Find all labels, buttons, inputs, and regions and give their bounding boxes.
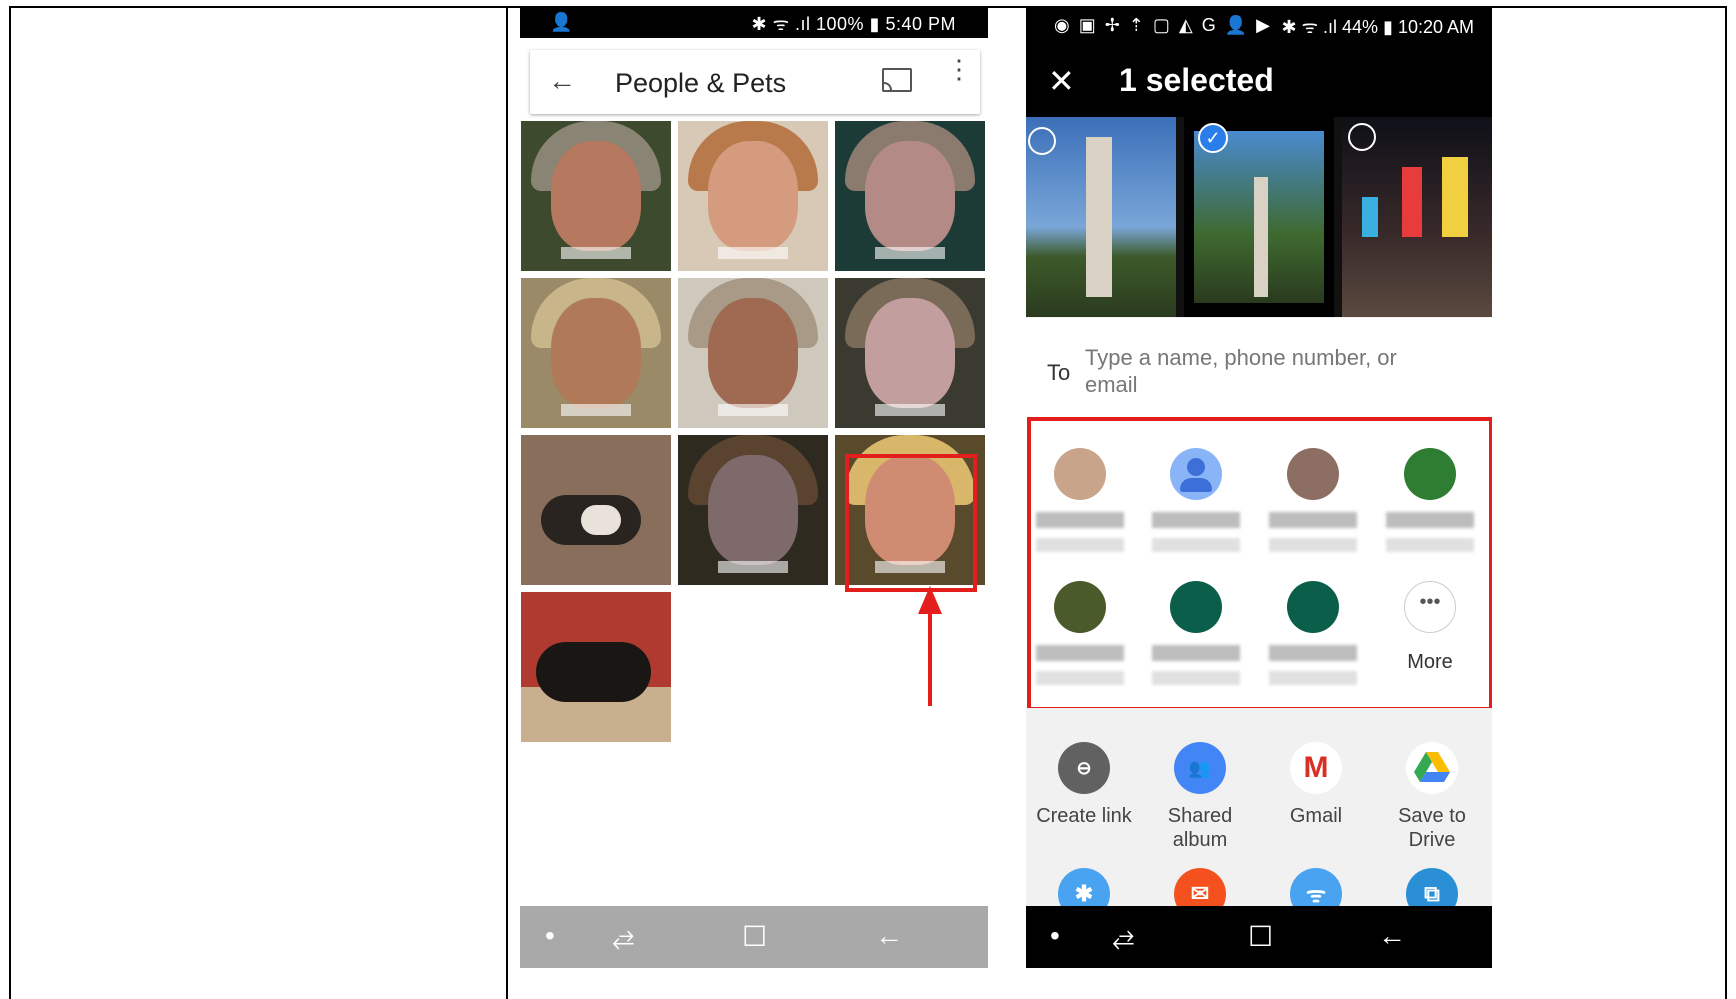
people-icon: 👥 xyxy=(1174,742,1226,794)
share-targets: ⊖ Create link 👥 Shared album M Gmail Sav… xyxy=(1026,708,1492,920)
pet-tile-cat[interactable] xyxy=(521,592,671,742)
highlight-box xyxy=(845,454,977,592)
status-left: 👤 xyxy=(550,12,573,32)
photo-strip: ✓ xyxy=(1026,117,1492,317)
navigation-bar: • ⥄ ☐ ← xyxy=(520,906,988,968)
unselected-circle-icon[interactable] xyxy=(1348,123,1376,151)
nav-dot-icon[interactable]: • xyxy=(545,920,555,952)
person-tile[interactable] xyxy=(835,278,985,428)
photo-thumbnail[interactable] xyxy=(1342,117,1492,317)
app-label: Gmail xyxy=(1289,805,1343,827)
selection-count: 1 selected xyxy=(1119,62,1274,98)
app-bar: ← People & Pets ⋮ xyxy=(530,50,980,114)
close-icon[interactable]: ✕ xyxy=(1048,62,1075,100)
recents-icon[interactable]: ⥄ xyxy=(1112,920,1134,953)
recents-icon[interactable]: ⥄ xyxy=(612,920,634,953)
photo-thumbnail-selected[interactable]: ✓ xyxy=(1184,117,1334,317)
back-arrow-icon[interactable]: ← xyxy=(548,65,576,97)
nav-dot-icon[interactable]: • xyxy=(1050,920,1060,952)
gmail-icon: M xyxy=(1290,742,1342,794)
person-tile[interactable] xyxy=(678,121,828,271)
link-icon: ⊖ xyxy=(1058,742,1110,794)
person-tile[interactable] xyxy=(521,278,671,428)
people-pets-screen: 👤 ✱ ᯤ .ıl 100% ▮ 5:40 PM ← People & Pets… xyxy=(520,8,988,968)
person-tile[interactable] xyxy=(835,121,985,271)
person-tile[interactable] xyxy=(521,121,671,271)
home-icon[interactable]: ☐ xyxy=(742,920,767,953)
red-arrow-icon xyxy=(918,586,942,706)
back-icon[interactable]: ← xyxy=(1378,920,1406,952)
status-bar: 👤 ✱ ᯤ .ıl 100% ▮ 5:40 PM xyxy=(520,8,988,38)
drive-icon xyxy=(1406,742,1458,794)
shared-album-button[interactable]: 👥 Shared album xyxy=(1142,742,1258,852)
page-title: People & Pets xyxy=(615,68,787,98)
status-bar: ◉ ▣ ✢ ⇡ ▢ ◭ G 👤 ▶ ✱ ᯤ .ıl 44% ▮ 10:20 AM xyxy=(1026,8,1492,44)
status-right: ✱ ᯤ .ıl 44% ▮ 10:20 AM xyxy=(1281,17,1474,37)
recipient-placeholder[interactable]: Type a name, phone number, or email xyxy=(1085,344,1435,398)
app-label: Shared album xyxy=(1167,805,1233,851)
column-divider xyxy=(506,6,508,999)
selected-check-icon[interactable]: ✓ xyxy=(1198,123,1228,153)
cast-icon[interactable] xyxy=(882,68,912,92)
selection-header: ✕ 1 selected xyxy=(1026,44,1492,124)
create-link-button[interactable]: ⊖ Create link xyxy=(1026,742,1142,828)
app-label: Create link xyxy=(1036,805,1132,827)
overflow-menu-icon[interactable]: ⋮ xyxy=(946,56,972,82)
status-right: ✱ ᯤ .ıl 100% ▮ 5:40 PM xyxy=(751,14,956,34)
person-tile[interactable] xyxy=(678,278,828,428)
navigation-bar: • ⥄ ☐ ← xyxy=(1026,906,1492,968)
app-label: Save to Drive xyxy=(1398,805,1466,851)
pet-tile-cat[interactable] xyxy=(521,435,671,585)
save-to-drive-button[interactable]: Save to Drive xyxy=(1374,742,1490,852)
status-left: ◉ ▣ ✢ ⇡ ▢ ◭ G 👤 ▶ xyxy=(1054,15,1272,35)
gmail-button[interactable]: M Gmail xyxy=(1258,742,1374,828)
photo-thumbnail[interactable] xyxy=(1026,117,1176,317)
person-tile[interactable] xyxy=(678,435,828,585)
highlight-box xyxy=(1027,417,1492,711)
share-screen: ◉ ▣ ✢ ⇡ ▢ ◭ G 👤 ▶ ✱ ᯤ .ıl 44% ▮ 10:20 AM… xyxy=(1026,8,1492,968)
back-icon[interactable]: ← xyxy=(875,920,903,952)
recipient-field[interactable]: To Type a name, phone number, or email xyxy=(1026,318,1492,418)
home-icon[interactable]: ☐ xyxy=(1248,920,1273,953)
unselected-circle-icon[interactable] xyxy=(1028,127,1056,155)
to-label: To xyxy=(1047,360,1071,385)
